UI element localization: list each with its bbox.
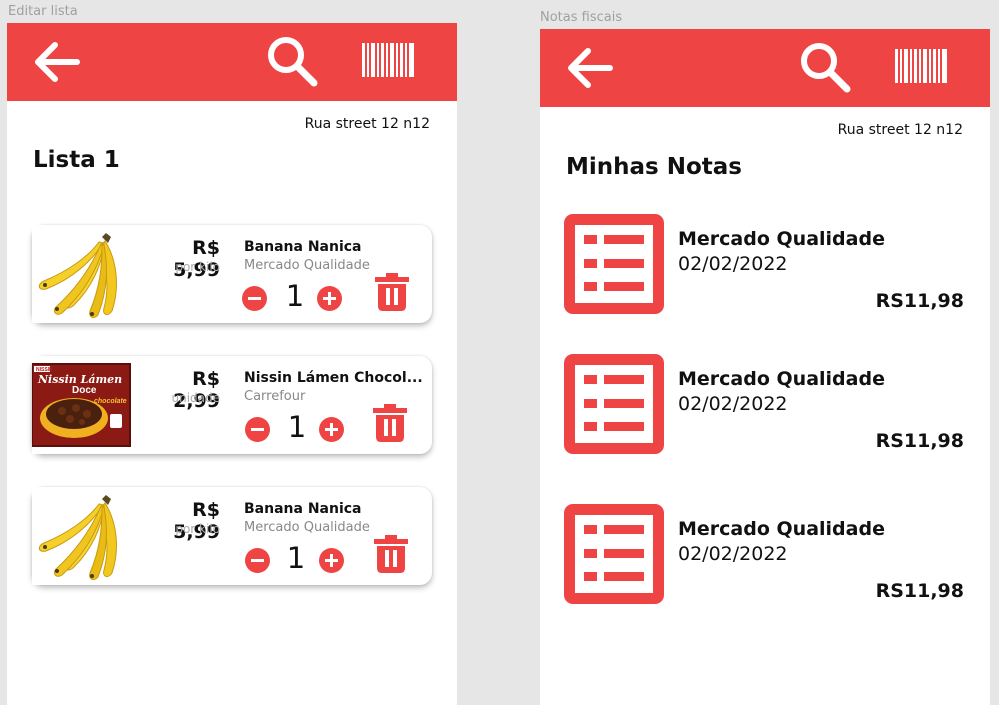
trash-icon[interactable] [373, 404, 407, 442]
quantity-value: 1 [286, 541, 306, 575]
nota-item[interactable]: Mercado Qualidade 02/02/2022 RS11,98 [564, 214, 964, 314]
barcode-icon[interactable] [362, 43, 414, 77]
quantity-value: 1 [285, 279, 305, 313]
price: R$ 5,99 [173, 237, 220, 281]
arrow-left-icon[interactable] [564, 45, 616, 91]
price-unit: unidade [171, 391, 220, 405]
edit-list-screen: Rua street 12 n12 Lista 1 R$ 5,99 por ki… [7, 23, 457, 705]
address-text: Rua street 12 n12 [304, 116, 430, 132]
nota-date: 02/02/2022 [678, 253, 788, 275]
nota-item[interactable]: Mercado Qualidade 02/02/2022 RS11,98 [564, 354, 964, 454]
trash-icon[interactable] [375, 273, 409, 311]
product-name: Nissin Lámen Chocol... [244, 370, 423, 386]
store-name: Mercado Qualidade [244, 520, 370, 535]
nota-item[interactable]: Mercado Qualidade 02/02/2022 RS11,98 [564, 504, 964, 604]
receipt-list-icon [564, 504, 664, 604]
nota-store: Mercado Qualidade [678, 518, 885, 540]
product-image-flavor: chocolate [94, 398, 127, 405]
page-title: Lista 1 [33, 147, 120, 173]
minus-circle-icon[interactable] [245, 417, 270, 442]
nota-date: 02/02/2022 [678, 393, 788, 415]
nota-store: Mercado Qualidade [678, 368, 885, 390]
store-name: Carrefour [244, 389, 306, 404]
product-name: Banana Nanica [244, 239, 362, 255]
nota-store: Mercado Qualidade [678, 228, 885, 250]
price: R$ 5,99 [173, 499, 220, 543]
banana-image [32, 225, 132, 323]
store-name: Mercado Qualidade [244, 258, 370, 273]
receipt-list-icon [564, 214, 664, 314]
frame-label-editar-lista: Editar lista [8, 4, 78, 19]
address-text: Rua street 12 n12 [837, 122, 963, 138]
frame-label-notas-fiscais: Notas fiscais [540, 10, 623, 25]
price-unit: por kilo [175, 260, 220, 274]
receipt-list-icon [564, 354, 664, 454]
banana-image [32, 487, 132, 585]
arrow-left-icon[interactable] [31, 39, 83, 85]
nota-total: RS11,98 [875, 290, 964, 312]
search-icon[interactable] [798, 41, 852, 93]
trash-icon[interactable] [374, 535, 408, 573]
product-image-subtitle: Doce [72, 385, 97, 396]
notas-screen: Rua street 12 n12 Minhas Notas Mercado Q… [540, 29, 990, 705]
price-unit: por kilo [175, 522, 220, 536]
list-item[interactable]: R$ 5,99 por kilo Banana Nanica Mercado Q… [32, 225, 432, 323]
list-item[interactable]: NISSIN Nissin Lámen Doce chocolate R$ 2,… [32, 356, 432, 454]
plus-circle-icon[interactable] [319, 417, 344, 442]
plus-circle-icon[interactable] [317, 286, 342, 311]
price: R$ 2,99 [173, 368, 220, 412]
nota-total: RS11,98 [875, 430, 964, 452]
list-item[interactable]: R$ 5,99 por kilo Banana Nanica Mercado Q… [32, 487, 432, 585]
nota-date: 02/02/2022 [678, 543, 788, 565]
barcode-icon[interactable] [895, 49, 947, 83]
plus-circle-icon[interactable] [319, 548, 344, 573]
product-name: Banana Nanica [244, 501, 362, 517]
app-bar [540, 29, 990, 107]
minus-circle-icon[interactable] [242, 286, 267, 311]
nota-total: RS11,98 [875, 580, 964, 602]
quantity-value: 1 [287, 410, 307, 444]
search-icon[interactable] [265, 35, 319, 87]
minus-circle-icon[interactable] [245, 548, 270, 573]
page-title: Minhas Notas [566, 154, 742, 180]
app-bar [7, 23, 457, 101]
